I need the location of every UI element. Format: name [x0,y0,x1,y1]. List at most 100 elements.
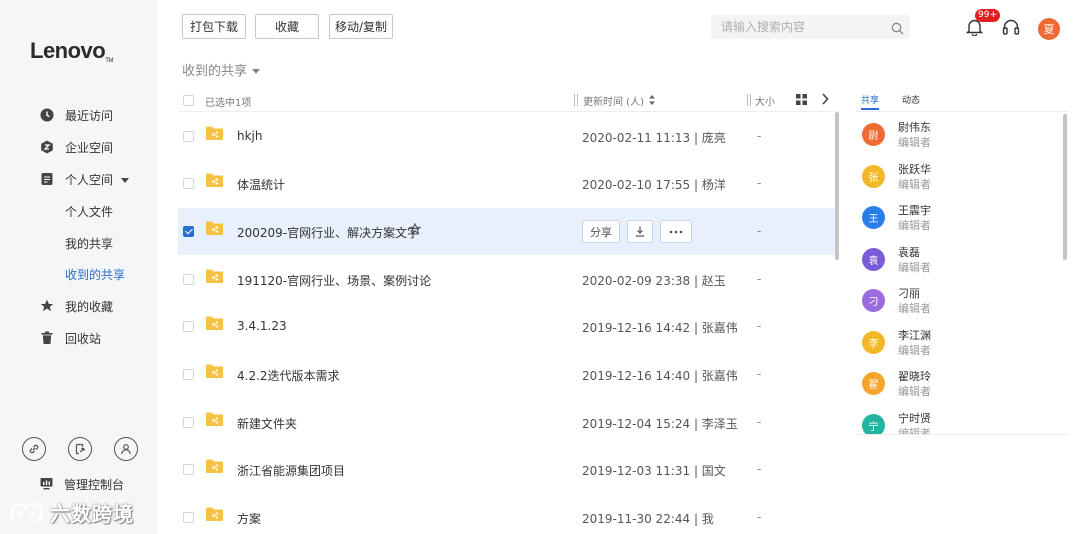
row-checkbox[interactable] [183,464,194,475]
file-name[interactable]: 体温统计 [237,176,285,193]
file-row-selected[interactable]: 200209-官网行业、解决方案文字 分享 - [178,208,836,255]
admin-console-link[interactable]: 管理控制台 [40,476,124,493]
member-item[interactable]: 翟 翟晓玲 编辑者 [862,367,1052,407]
share-button[interactable]: 分享 [582,220,620,243]
shared-folder-icon [206,126,223,140]
sidebar-item-my-shares[interactable]: 我的共享 [0,231,158,255]
file-name[interactable]: 3.4.1.23 [237,319,287,333]
select-all-checkbox[interactable] [183,95,194,106]
row-checkbox[interactable] [183,131,194,142]
file-name[interactable]: 4.2.2迭代版本需求 [237,367,340,384]
user-settings-icon[interactable] [114,437,138,461]
file-row[interactable]: 191120-官网行业、场景、案例讨论 2020-02-09 23:38 | 赵… [178,256,836,303]
file-name[interactable]: 191120-官网行业、场景、案例讨论 [237,272,431,289]
row-checkbox[interactable] [183,274,194,285]
file-name[interactable]: 200209-官网行业、解决方案文字 [237,224,419,241]
notification-badge: 99+ [975,9,1000,22]
row-checkbox[interactable] [183,178,194,189]
chevron-down-icon [121,177,130,183]
row-checkbox[interactable] [183,226,194,237]
avatar: 宁 [862,414,885,434]
member-item[interactable]: 宁 宁时贤 编辑者 [862,409,1052,434]
link-icon[interactable] [22,437,46,461]
file-row[interactable]: 浙江省能源集团项目 2019-12-03 11:31 | 国文 - [178,446,836,493]
sidebar-item-enterprise[interactable]: 企业空间 [0,135,158,159]
ellipsis-icon [669,230,683,233]
favorite-button[interactable]: 收藏 [255,14,319,39]
avatar: 尉 [862,123,885,146]
chevron-right-icon[interactable] [821,93,829,108]
updated-column-header[interactable]: 更新时间 (人) [583,93,644,108]
download-icon [636,226,644,237]
watermark: 六数跨境 [8,498,134,527]
file-row[interactable]: hkjh 2020-02-11 11:13 | 庞亮 - [178,113,836,160]
size-column-header[interactable]: 大小 [755,93,775,108]
share-out-icon[interactable] [68,437,92,461]
column-resizer[interactable] [574,94,578,106]
file-name[interactable]: 方案 [237,510,261,527]
file-updated: 2019-11-30 22:44 | 我 [582,512,714,526]
sidebar-item-recent[interactable]: 最近访问 [0,103,158,127]
member-name: 宁时贤 [898,412,931,425]
row-checkbox[interactable] [183,417,194,428]
tab-share[interactable]: 共享 [861,93,880,110]
file-row[interactable]: 新建文件夹 2019-12-04 15:24 | 李泽玉 - [178,399,836,446]
search-box [711,15,910,39]
file-name[interactable]: 浙江省能源集团项目 [237,462,345,479]
member-role: 编辑者 [898,302,931,315]
member-item[interactable]: 李 李江渊 编辑者 [862,326,1052,366]
sidebar-item-received-shares[interactable]: 收到的共享 [0,262,158,286]
headset-icon[interactable] [1002,18,1020,40]
sidebar-item-personal-files[interactable]: 个人文件 [0,199,158,223]
file-row[interactable]: 体温统计 2020-02-10 17:55 | 杨洋 - [178,160,836,207]
more-options-button[interactable] [660,220,692,243]
panel-divider [856,434,1068,435]
breadcrumb[interactable]: 收到的共享 [182,60,261,79]
member-name: 张跃华 [898,163,931,176]
member-name: 袁磊 [898,246,920,259]
avatar: 刁 [862,289,885,312]
shared-folder-icon [206,269,223,283]
file-row[interactable]: 方案 2019-11-30 22:44 | 我 - [178,494,836,534]
row-checkbox[interactable] [183,512,194,523]
grid-view-icon[interactable] [796,94,807,108]
tab-activity[interactable]: 动态 [902,93,920,106]
download-button[interactable] [627,220,653,243]
sort-icon[interactable] [649,95,655,108]
pack-download-button[interactable]: 打包下载 [182,14,246,39]
member-item[interactable]: 袁 袁磊 编辑者 [862,243,1052,283]
file-size: - [757,510,762,524]
sidebar-item-personal-space[interactable]: 个人空间 [0,167,158,191]
shared-folder-icon [206,221,223,235]
shared-folder-icon [206,316,223,330]
member-list-scrollbar[interactable] [1063,114,1067,260]
move-copy-button[interactable]: 移动/复制 [329,14,393,39]
star-outline-icon[interactable] [408,222,422,238]
share-panel-tabs: 共享 动态 [856,88,1068,112]
user-avatar[interactable]: 夏 [1038,18,1060,40]
file-name[interactable]: 新建文件夹 [237,415,297,432]
sidebar-item-trash[interactable]: 回收站 [0,326,158,350]
file-row[interactable]: 4.2.2迭代版本需求 2019-12-16 14:40 | 张嘉伟 - [178,351,836,398]
member-item[interactable]: 尉 尉伟东 编辑者 [862,118,1052,158]
member-item[interactable]: 王 王震宇 编辑者 [862,201,1052,241]
column-resizer[interactable] [747,94,751,106]
file-list-scrollbar[interactable] [835,112,839,260]
file-name[interactable]: hkjh [237,129,263,143]
lenovo-logo[interactable]: LenovoTM [30,38,113,64]
member-item[interactable]: 刁 刁丽 编辑者 [862,284,1052,324]
sidebar-item-favorites[interactable]: 我的收藏 [0,294,158,318]
file-size: - [757,272,762,286]
file-row[interactable]: 3.4.1.23 2019-12-16 14:42 | 张嘉伟 - [178,303,836,350]
chevron-down-icon [252,69,261,74]
member-role: 编辑者 [898,261,931,274]
file-size: - [757,176,762,190]
file-updated: 2020-02-09 23:38 | 赵玉 [582,274,726,288]
shared-folder-icon [206,507,223,521]
row-checkbox[interactable] [183,321,194,332]
row-checkbox[interactable] [183,369,194,380]
search-input[interactable] [721,17,881,37]
member-name: 王震宇 [898,204,931,217]
member-item[interactable]: 张 张跃华 编辑者 [862,160,1052,200]
search-icon[interactable] [891,20,904,39]
